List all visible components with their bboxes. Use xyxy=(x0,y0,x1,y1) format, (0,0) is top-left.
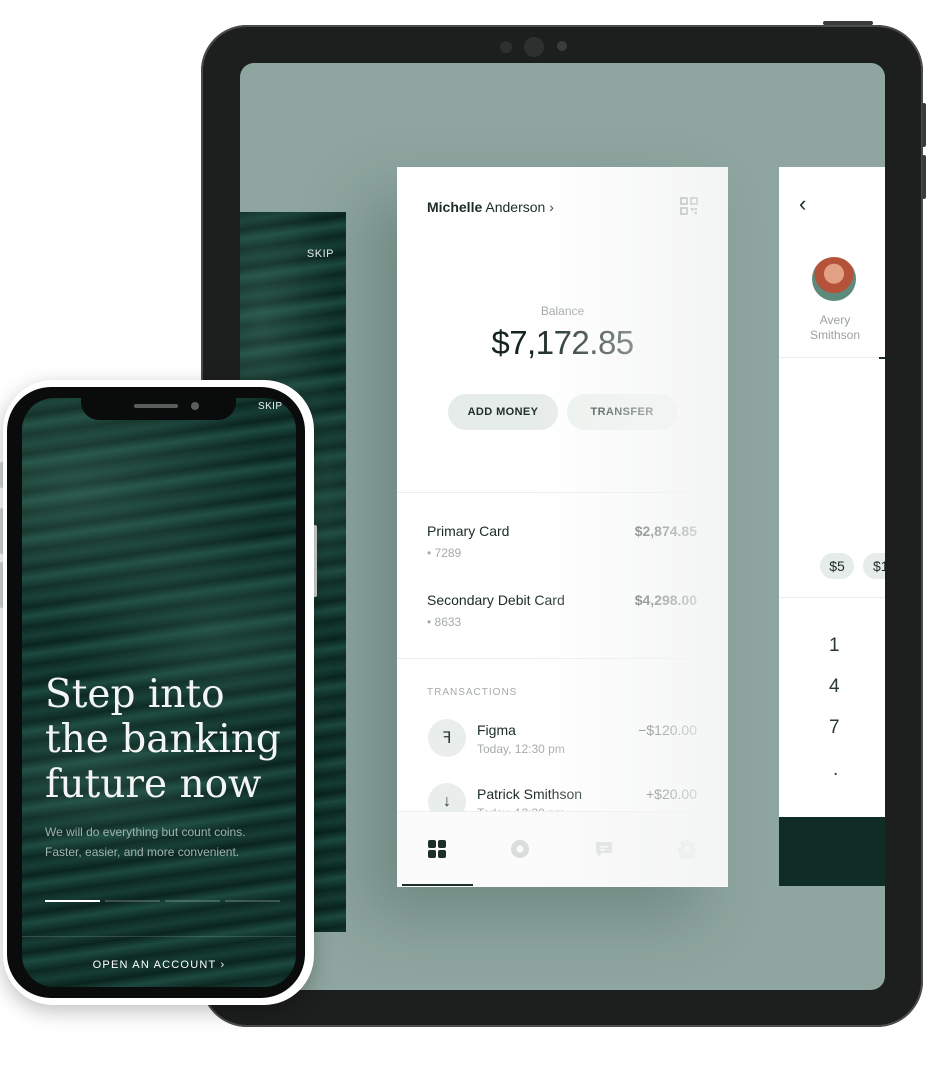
card-amount: $4,298.00 xyxy=(634,592,697,608)
active-tab-indicator xyxy=(402,884,473,886)
settings-icon[interactable] xyxy=(677,839,697,859)
transfer-button[interactable]: TRANSFER xyxy=(567,394,677,430)
keypad-key[interactable]: 7 xyxy=(829,717,840,739)
headline-line: the banking xyxy=(45,717,281,762)
open-account-button[interactable]: OPEN AN ACCOUNT › xyxy=(22,959,296,971)
divider xyxy=(22,936,296,937)
card-name: Secondary Debit Card xyxy=(427,592,565,608)
progress-step xyxy=(105,900,160,902)
balance-label: Balance xyxy=(540,304,585,318)
speaker-grille xyxy=(134,404,178,408)
user-first-name: Michelle xyxy=(427,199,483,215)
card-number: • 7289 xyxy=(427,546,462,560)
confirm-bar[interactable] xyxy=(779,817,885,886)
back-icon[interactable]: ‹ xyxy=(799,191,806,217)
tablet-sensor xyxy=(500,41,512,53)
transaction-amount: +$20.00 xyxy=(646,786,697,802)
contact-last-name: Smithson xyxy=(809,328,861,342)
tablet-camera xyxy=(524,37,544,57)
qr-code-icon[interactable] xyxy=(680,197,698,215)
keypad-key[interactable]: . xyxy=(833,759,838,781)
figma-icon: ꟻ xyxy=(428,719,466,757)
tab-indicator xyxy=(879,357,885,359)
add-money-button[interactable]: ADD MONEY xyxy=(448,394,558,430)
keypad-key[interactable]: 4 xyxy=(829,676,840,698)
progress-step-active xyxy=(45,900,100,902)
transaction-name: Figma xyxy=(477,722,516,738)
card-name: Primary Card xyxy=(427,523,510,539)
circle-icon[interactable] xyxy=(510,839,530,859)
progress-step xyxy=(225,900,280,902)
card-amount: $2,874.85 xyxy=(634,523,697,539)
transaction-amount: −$120.00 xyxy=(638,722,697,738)
onboarding-subtitle: We will do everything but count coins. F… xyxy=(45,822,275,862)
tablet-top-button xyxy=(823,21,873,25)
transaction-time: Today, 12:30 pm xyxy=(477,742,565,756)
profile-link[interactable]: Michelle Anderson › xyxy=(427,199,554,215)
amount-chip[interactable]: $5 xyxy=(820,553,854,579)
dashboard-icon[interactable] xyxy=(427,839,447,859)
chat-icon[interactable] xyxy=(594,839,614,859)
front-camera xyxy=(191,402,199,410)
transactions-header: TRANSACTIONS xyxy=(427,687,518,698)
keypad-key[interactable]: 1 xyxy=(829,635,840,657)
divider xyxy=(779,357,885,358)
wallet-screen: Michelle Anderson › Balance $7,172.85 AD… xyxy=(397,167,728,887)
tablet-screen: SKIP Michelle Anderson › Balance $7,172.… xyxy=(240,63,885,990)
divider xyxy=(397,492,728,493)
transfer-screen-partial: ‹ Avery Smithson $5 $1 1 4 7 . xyxy=(779,167,885,886)
transaction-name: Patrick Smithson xyxy=(477,786,583,802)
balance-value: $7,172.85 xyxy=(491,324,634,361)
contact-name: Avery Smithson xyxy=(779,313,885,343)
tablet-volume-up xyxy=(922,103,926,147)
subtitle-line: Faster, easier, and more convenient. xyxy=(45,845,240,859)
subtitle-line: We will do everything but count coins. xyxy=(45,825,246,839)
progress-step xyxy=(165,900,220,902)
divider xyxy=(397,658,728,659)
user-last-name: Anderson xyxy=(485,199,546,215)
onboarding-headline: Step into the banking future now xyxy=(45,672,285,807)
avatar[interactable] xyxy=(812,257,856,301)
headline-line: future now xyxy=(45,762,262,807)
headline-line: Step into xyxy=(45,672,225,717)
contact-first-name: Avery xyxy=(819,313,851,327)
tablet-volume-down xyxy=(922,155,926,199)
amount-chip[interactable]: $1 xyxy=(863,553,885,579)
chevron-right-icon: › xyxy=(549,199,554,215)
tablet-sensor-2 xyxy=(557,41,567,51)
divider xyxy=(779,597,885,598)
card-number: • 8633 xyxy=(427,615,462,629)
skip-button[interactable]: SKIP xyxy=(307,248,334,260)
skip-button[interactable]: SKIP xyxy=(258,401,282,412)
